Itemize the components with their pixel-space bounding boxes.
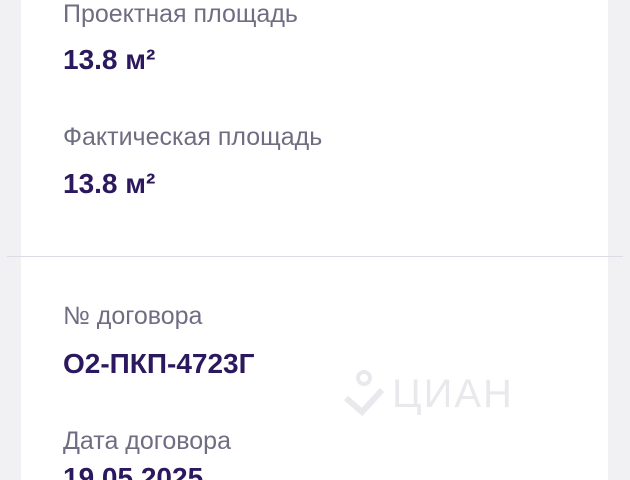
project-area-label: Проектная площадь [63,0,298,28]
contract-date-label: Дата договора [63,427,231,455]
contract-number-label: № договора [63,302,203,330]
actual-area-label: Фактическая площадь [63,123,323,151]
actual-area-value: 13.8 м² [63,168,156,199]
watermark-text: ЦИАН [392,371,514,416]
cian-watermark: ЦИАН [342,368,514,420]
cian-logo-icon [344,370,385,417]
contract-date-value: 19.05.2025 [63,462,204,480]
contract-number-value: О2-ПКП-4723Г [63,348,255,379]
project-area-value: 13.8 м² [63,44,156,75]
object-details-page: Проектная площадь 13.8 м² Фактическая пл… [0,0,630,480]
